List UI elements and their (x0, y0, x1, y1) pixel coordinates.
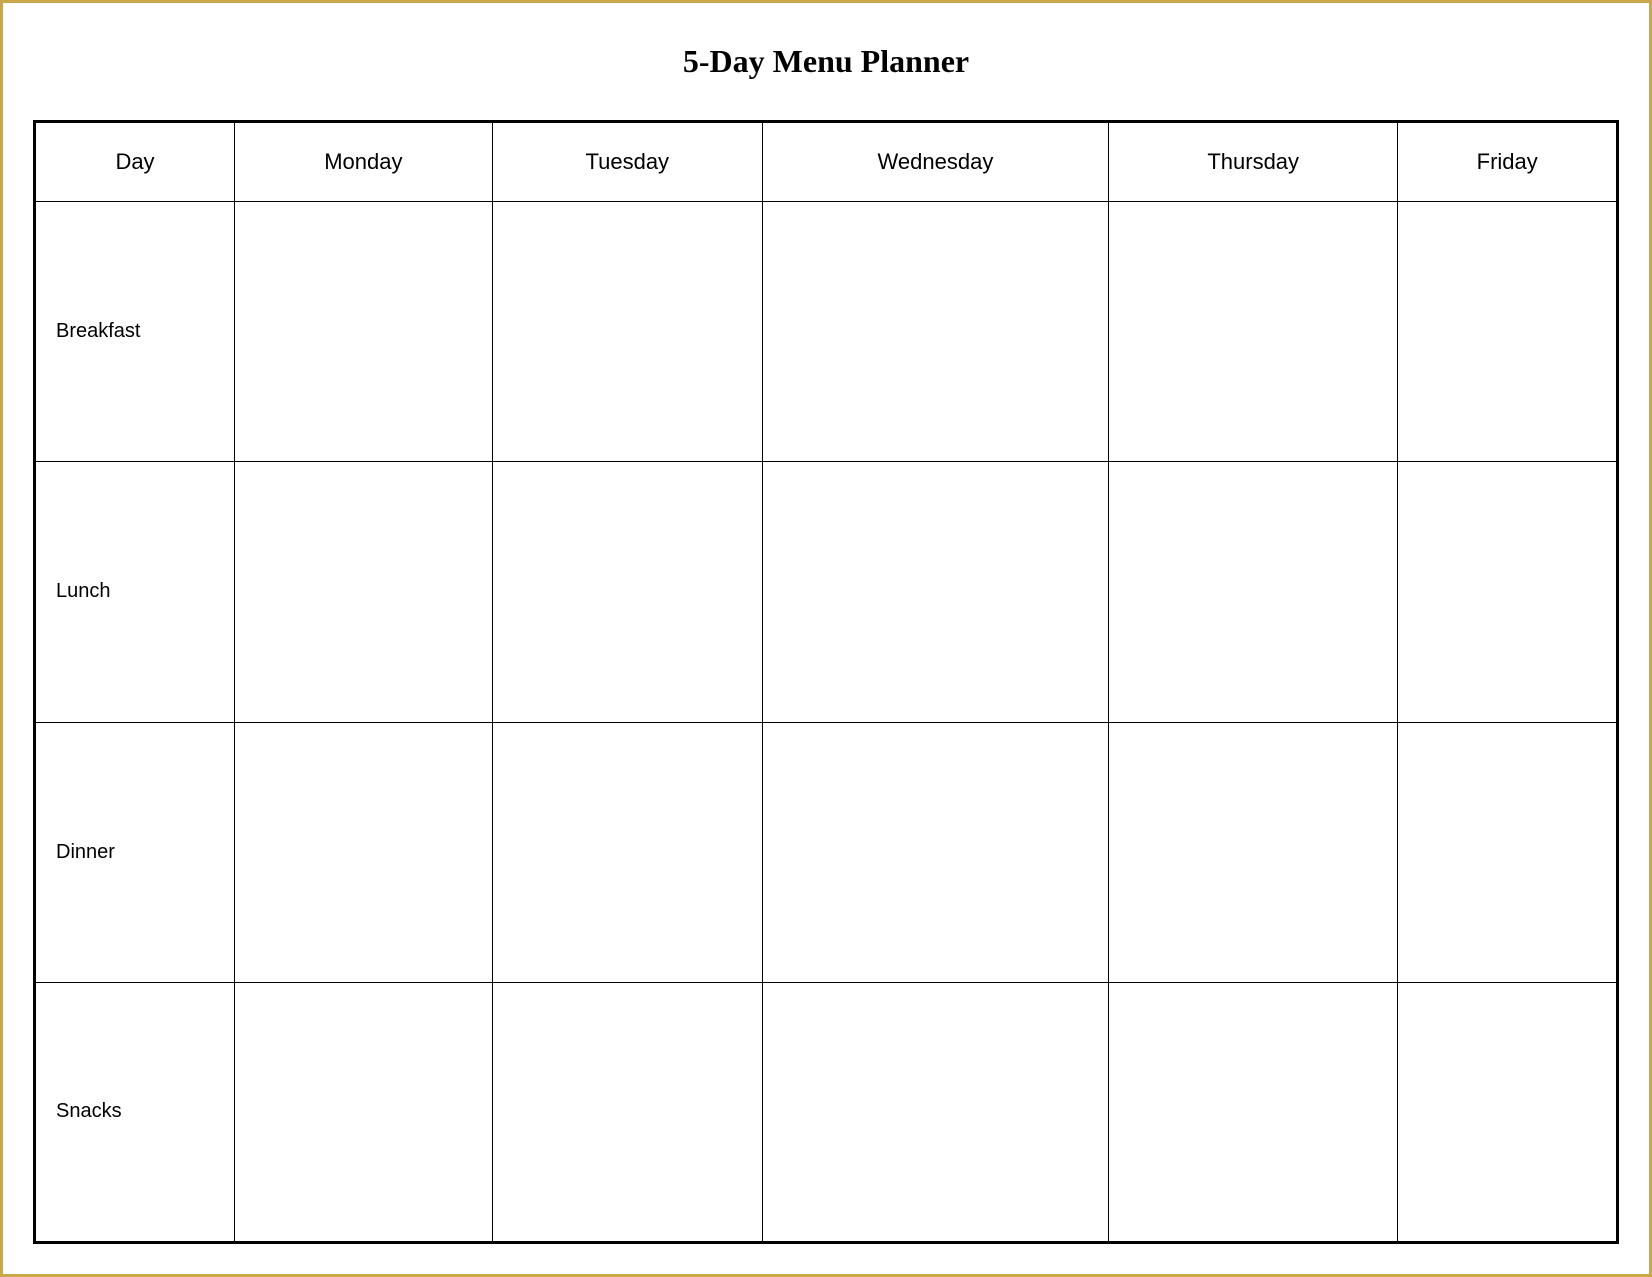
row-dinner: Dinner (35, 722, 1618, 982)
row-lunch: Lunch (35, 462, 1618, 722)
dinner-thursday[interactable] (1109, 722, 1398, 982)
header-row: Day Monday Tuesday Wednesday Thursday Fr… (35, 122, 1618, 202)
breakfast-monday[interactable] (235, 202, 493, 462)
page-title: 5-Day Menu Planner (683, 43, 969, 80)
dinner-wednesday[interactable] (762, 722, 1108, 982)
col-header-friday: Friday (1398, 122, 1618, 202)
snacks-thursday[interactable] (1109, 982, 1398, 1242)
col-header-tuesday: Tuesday (492, 122, 762, 202)
breakfast-thursday[interactable] (1109, 202, 1398, 462)
meal-label-breakfast: Breakfast (35, 202, 235, 462)
breakfast-tuesday[interactable] (492, 202, 762, 462)
lunch-tuesday[interactable] (492, 462, 762, 722)
breakfast-friday[interactable] (1398, 202, 1618, 462)
meal-label-lunch: Lunch (35, 462, 235, 722)
lunch-thursday[interactable] (1109, 462, 1398, 722)
snacks-tuesday[interactable] (492, 982, 762, 1242)
col-header-thursday: Thursday (1109, 122, 1398, 202)
row-breakfast: Breakfast (35, 202, 1618, 462)
meal-label-dinner: Dinner (35, 722, 235, 982)
col-header-monday: Monday (235, 122, 493, 202)
meal-label-snacks: Snacks (35, 982, 235, 1242)
col-header-wednesday: Wednesday (762, 122, 1108, 202)
dinner-friday[interactable] (1398, 722, 1618, 982)
lunch-monday[interactable] (235, 462, 493, 722)
dinner-monday[interactable] (235, 722, 493, 982)
lunch-wednesday[interactable] (762, 462, 1108, 722)
row-snacks: Snacks (35, 982, 1618, 1242)
menu-planner-table: Day Monday Tuesday Wednesday Thursday Fr… (33, 120, 1619, 1244)
dinner-tuesday[interactable] (492, 722, 762, 982)
lunch-friday[interactable] (1398, 462, 1618, 722)
breakfast-wednesday[interactable] (762, 202, 1108, 462)
snacks-monday[interactable] (235, 982, 493, 1242)
col-header-day: Day (35, 122, 235, 202)
snacks-friday[interactable] (1398, 982, 1618, 1242)
snacks-wednesday[interactable] (762, 982, 1108, 1242)
